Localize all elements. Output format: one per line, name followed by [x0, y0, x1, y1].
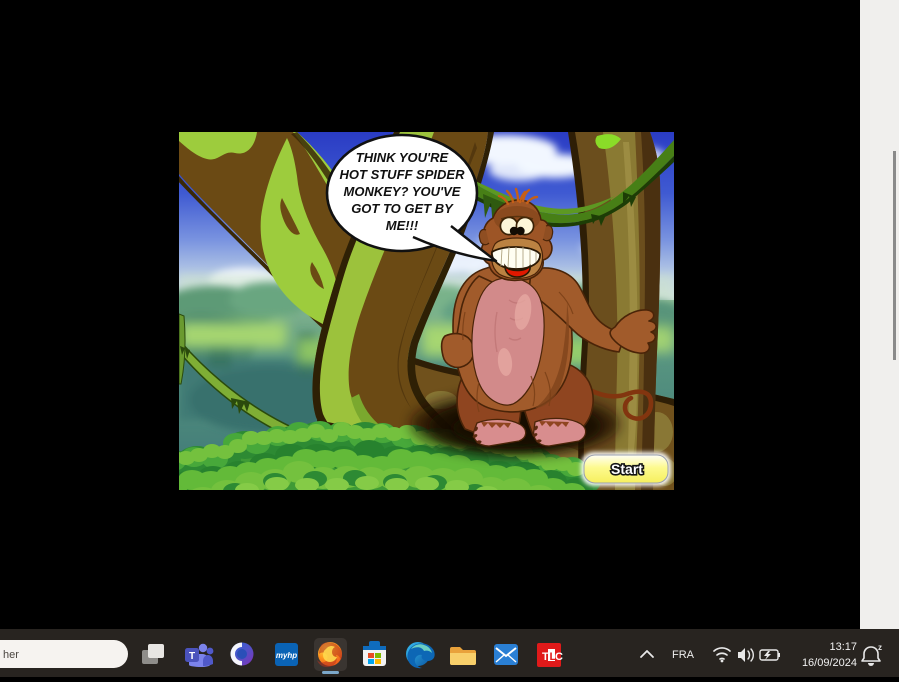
svg-text:MONKEY? YOU'VE: MONKEY? YOU'VE [344, 184, 461, 199]
svg-text:T: T [542, 651, 549, 663]
svg-text:C: C [555, 651, 563, 663]
svg-text:her: her [3, 649, 19, 661]
svg-text:13:17: 13:17 [829, 641, 857, 653]
svg-text:THINK YOU'RE: THINK YOU'RE [356, 150, 449, 165]
svg-text:16/09/2024: 16/09/2024 [802, 657, 857, 669]
svg-text:T: T [189, 651, 195, 662]
svg-text:HOT STUFF SPIDER: HOT STUFF SPIDER [340, 167, 466, 182]
svg-text:Start: Start [611, 461, 643, 477]
svg-text:FRA: FRA [672, 649, 695, 661]
svg-text:ME!!!: ME!!! [386, 218, 419, 233]
svg-text:z: z [878, 643, 882, 652]
svg-text:GOT TO GET BY: GOT TO GET BY [351, 201, 454, 216]
svg-text:myhp: myhp [276, 651, 297, 660]
